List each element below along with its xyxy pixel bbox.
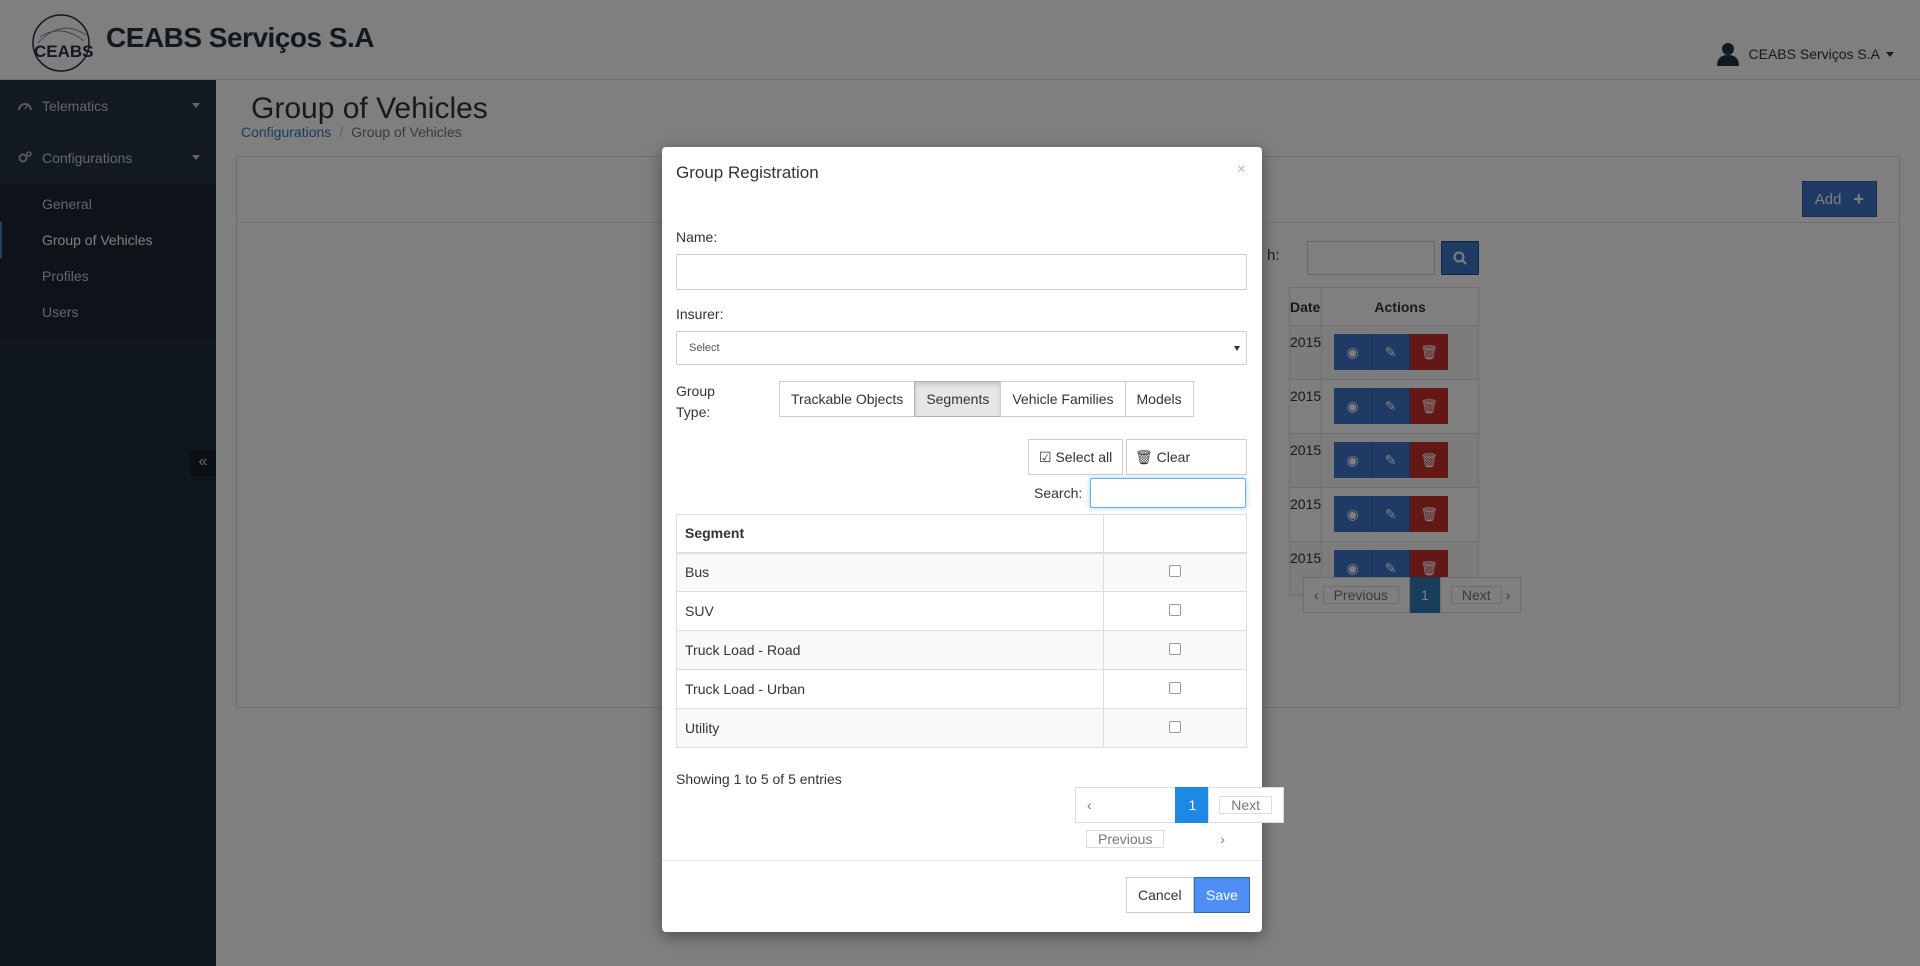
cancel-button[interactable]: Cancel bbox=[1126, 877, 1194, 913]
group-type-trackable-objects[interactable]: Trackable Objects bbox=[779, 381, 916, 417]
table-row: Truck Load - Road bbox=[676, 630, 1247, 670]
table-row: Bus bbox=[676, 552, 1247, 592]
name-label: Name: bbox=[676, 229, 718, 245]
select-all-label: Select all bbox=[1055, 449, 1113, 465]
insurer-selected-value: Select bbox=[689, 342, 720, 354]
checkbox-cell bbox=[1103, 630, 1247, 670]
table-row: Utility bbox=[676, 708, 1247, 748]
previous-label: Previous bbox=[1086, 830, 1165, 848]
segment-checkbox[interactable] bbox=[1169, 643, 1181, 655]
segment-name: Truck Load - Urban bbox=[676, 669, 1104, 709]
group-type-models[interactable]: Models bbox=[1124, 381, 1194, 417]
segment-table: Segment Bus SUV Truck Load - Road Truck … bbox=[676, 514, 1247, 748]
trash-icon: 🗑 bbox=[1135, 449, 1153, 465]
modal-pagination: ‹ Previous 1 Next › bbox=[1075, 787, 1285, 848]
group-type-label: Group Type: bbox=[676, 383, 715, 420]
column-header-segment: Segment bbox=[676, 514, 1104, 554]
segment-search-input[interactable] bbox=[1090, 478, 1246, 508]
segment-name: Utility bbox=[676, 708, 1104, 748]
insurer-select[interactable]: Select bbox=[676, 331, 1247, 365]
group-type-toggle: Trackable Objects Segments Vehicle Famil… bbox=[779, 381, 1194, 417]
column-header-select bbox=[1103, 514, 1247, 554]
modal-footer: Cancel Save bbox=[662, 860, 1262, 932]
previous-page-button[interactable]: ‹ Previous bbox=[1075, 787, 1177, 848]
save-button[interactable]: Save bbox=[1194, 877, 1250, 913]
clear-selection-button[interactable]: 🗑 Clear selection bbox=[1126, 439, 1247, 499]
table-row: SUV bbox=[676, 591, 1247, 631]
check-square-icon: ☑ bbox=[1039, 449, 1052, 465]
next-page-button[interactable]: Next › bbox=[1208, 787, 1285, 847]
entries-info: Showing 1 to 5 of 5 entries bbox=[676, 771, 842, 787]
checkbox-cell bbox=[1103, 669, 1247, 709]
checkbox-cell bbox=[1103, 552, 1247, 592]
search-label: Search: bbox=[1034, 485, 1083, 501]
next-label: Next bbox=[1219, 796, 1273, 814]
checkbox-cell bbox=[1103, 708, 1247, 748]
name-input[interactable] bbox=[676, 254, 1247, 290]
page-1-button[interactable]: 1 bbox=[1175, 787, 1210, 823]
checkbox-cell bbox=[1103, 591, 1247, 631]
insurer-label: Insurer: bbox=[676, 306, 724, 322]
group-type-segments[interactable]: Segments bbox=[914, 381, 1002, 417]
segment-checkbox[interactable] bbox=[1169, 565, 1181, 578]
dropdown-arrow-icon bbox=[1234, 346, 1240, 351]
segment-name: Truck Load - Road bbox=[676, 630, 1104, 670]
group-registration-modal: Group Registration × Name: Insurer: Sele… bbox=[662, 147, 1285, 932]
segment-checkbox[interactable] bbox=[1169, 682, 1181, 694]
select-all-button[interactable]: ☑ Select all bbox=[1028, 439, 1124, 475]
close-icon[interactable]: × bbox=[1237, 161, 1246, 179]
segment-checkbox[interactable] bbox=[1169, 721, 1181, 733]
segment-checkbox[interactable] bbox=[1169, 604, 1181, 616]
segment-name: Bus bbox=[676, 552, 1104, 592]
modal-title: Group Registration bbox=[676, 163, 819, 182]
segment-name: SUV bbox=[676, 591, 1104, 631]
table-row: Truck Load - Urban bbox=[676, 669, 1247, 709]
group-type-vehicle-families[interactable]: Vehicle Families bbox=[1000, 381, 1126, 417]
